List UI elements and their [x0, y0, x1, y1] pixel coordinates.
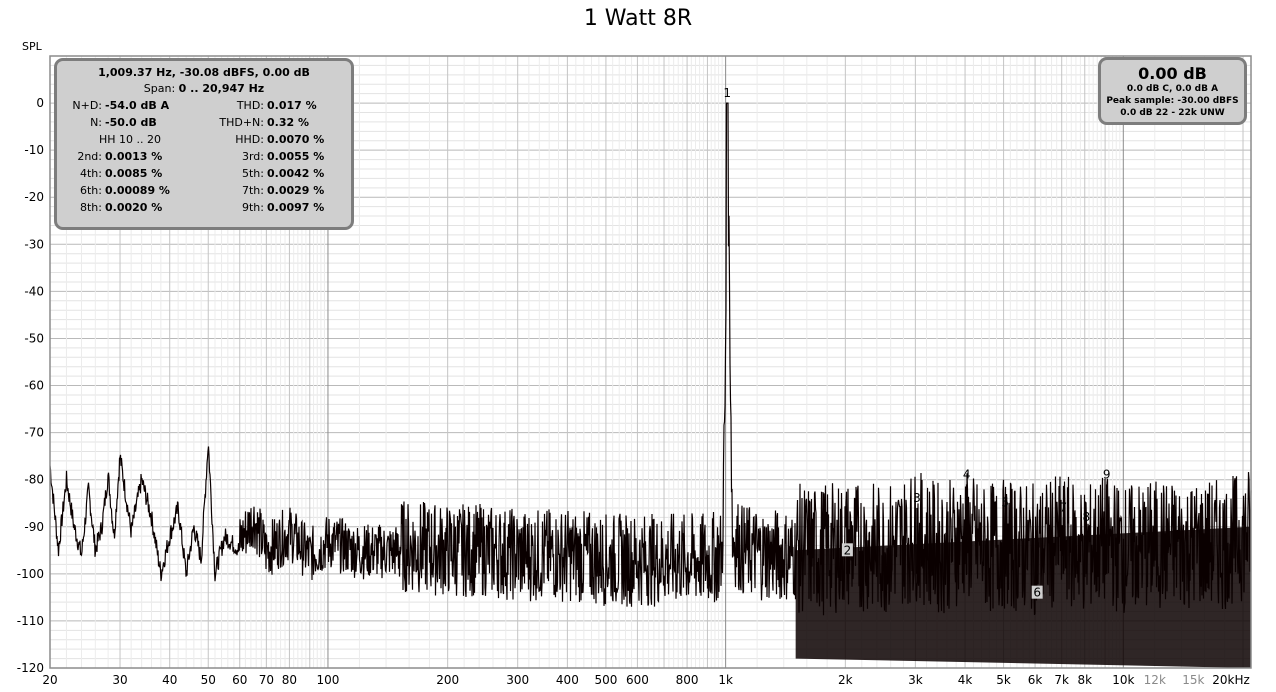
- x-tick-label: 12k: [1144, 673, 1166, 687]
- cursor-readout: 1,009.37 Hz, -30.08 dBFS, 0.00 dB: [98, 66, 310, 79]
- harmonic-label: 8: [1083, 510, 1091, 524]
- stat-label: N:: [90, 116, 102, 129]
- x-tick-label: 15k: [1182, 673, 1204, 687]
- stat-label: THD:: [236, 99, 264, 112]
- x-tick-label: 3k: [908, 673, 923, 687]
- level-weighting: 0.0 dB C, 0.0 dB A: [1126, 84, 1219, 94]
- stat-label: 6th:: [80, 184, 102, 197]
- stat-label: 5th:: [242, 167, 264, 180]
- x-tick-label: 5k: [996, 673, 1011, 687]
- x-tick-label: 800: [676, 673, 699, 687]
- stat-value: 0.32 %: [267, 116, 309, 129]
- stat-label: N+D:: [72, 99, 102, 112]
- stat-label: THD+N:: [219, 116, 264, 129]
- harmonic-label: 6: [1033, 586, 1041, 600]
- x-tick-label: 50: [201, 673, 216, 687]
- x-tick-label: 500: [594, 673, 617, 687]
- hh-range: HH 10 .. 20: [98, 133, 162, 146]
- x-tick-label: 400: [556, 673, 579, 687]
- y-tick-label: -80: [24, 473, 44, 487]
- x-tick-label: 40: [162, 673, 177, 687]
- x-tick-label: 8k: [1077, 673, 1092, 687]
- x-tick-label: 20: [42, 673, 57, 687]
- y-tick-label: -90: [24, 520, 44, 534]
- stat-label: 3rd:: [241, 150, 264, 163]
- x-tick-label: 1k: [718, 673, 733, 687]
- x-tick-label: 60: [232, 673, 247, 687]
- harmonic-label: 3: [913, 491, 921, 505]
- x-tick-label: 100: [317, 673, 340, 687]
- stat-value: 0.0055 %: [267, 150, 325, 163]
- peak-sample: Peak sample: -30.00 dBFS: [1106, 96, 1239, 106]
- span-value: 0 .. 20,947 Hz: [178, 82, 265, 95]
- stat-label: HHD:: [235, 133, 264, 146]
- stat-label: 4th:: [80, 167, 102, 180]
- stat-value: -50.0 dB: [105, 116, 157, 129]
- x-tick-label: 2k: [838, 673, 853, 687]
- y-tick-label: 0: [36, 96, 44, 110]
- harmonic-label: 4: [963, 467, 971, 481]
- harmonic-label: 9: [1103, 467, 1111, 481]
- stat-value: 0.0020 %: [105, 201, 163, 214]
- stat-value: 0.0070 %: [267, 133, 325, 146]
- span-label: Span:: [143, 82, 176, 95]
- x-tick-label: 80: [282, 673, 297, 687]
- y-tick-label: -40: [24, 284, 44, 298]
- harmonic-label: 1: [723, 86, 731, 100]
- y-tick-label: -50: [24, 331, 44, 345]
- level-bandwidth: 0.0 dB 22 - 22k UNW: [1120, 108, 1225, 118]
- harmonic-label: 7: [1060, 500, 1068, 514]
- distortion-table: N+D: -54.0 dB A THD: 0.017 % N: -50.0 dB THD+N…: [61, 99, 351, 214]
- y-tick-label: -10: [24, 143, 44, 157]
- measurement-panel[interactable]: 1,009.37 Hz, -30.08 dBFS, 0.00 dB Span: …: [54, 58, 354, 230]
- x-tick-label: 600: [626, 673, 649, 687]
- level-panel[interactable]: 0.00 dB 0.0 dB C, 0.0 dB A Peak sample: …: [1098, 57, 1247, 125]
- y-tick-label: -70: [24, 426, 44, 440]
- stat-label: 8th:: [80, 201, 102, 214]
- x-tick-label: 6k: [1028, 673, 1043, 687]
- stat-value: -54.0 dB A: [105, 99, 170, 112]
- stat-label: 9th:: [242, 201, 264, 214]
- x-tick-label: 30: [112, 673, 127, 687]
- stat-label: 7th:: [242, 184, 264, 197]
- x-tick-label: 200: [436, 673, 459, 687]
- x-tick-label: 300: [506, 673, 529, 687]
- stat-label: 2nd:: [77, 150, 102, 163]
- stat-value: 0.0085 %: [105, 167, 163, 180]
- y-tick-label: -60: [24, 379, 44, 393]
- span-readout: Span: 0 .. 20,947 Hz: [57, 82, 351, 95]
- x-tick-label: 20kHz: [1212, 673, 1250, 687]
- x-tick-label: 7k: [1054, 673, 1069, 687]
- stat-value: 0.017 %: [267, 99, 317, 112]
- y-tick-label: -100: [17, 567, 44, 581]
- harmonic-label: 2: [844, 543, 852, 557]
- stat-value: 0.0029 %: [267, 184, 325, 197]
- level-value: 0.00 dB: [1138, 64, 1207, 83]
- y-tick-label: -110: [17, 614, 44, 628]
- x-tick-label: 10k: [1112, 673, 1134, 687]
- x-tick-label: 70: [259, 673, 274, 687]
- y-tick-label: -20: [24, 190, 44, 204]
- x-tick-label: 4k: [958, 673, 973, 687]
- y-tick-label: -120: [17, 661, 44, 675]
- y-tick-label: -30: [24, 237, 44, 251]
- stat-value: 0.0013 %: [105, 150, 163, 163]
- stat-value: 0.0042 %: [267, 167, 325, 180]
- stat-value: 0.00089 %: [105, 184, 170, 197]
- harmonic-label: 5: [1001, 496, 1009, 510]
- stat-value: 0.0097 %: [267, 201, 325, 214]
